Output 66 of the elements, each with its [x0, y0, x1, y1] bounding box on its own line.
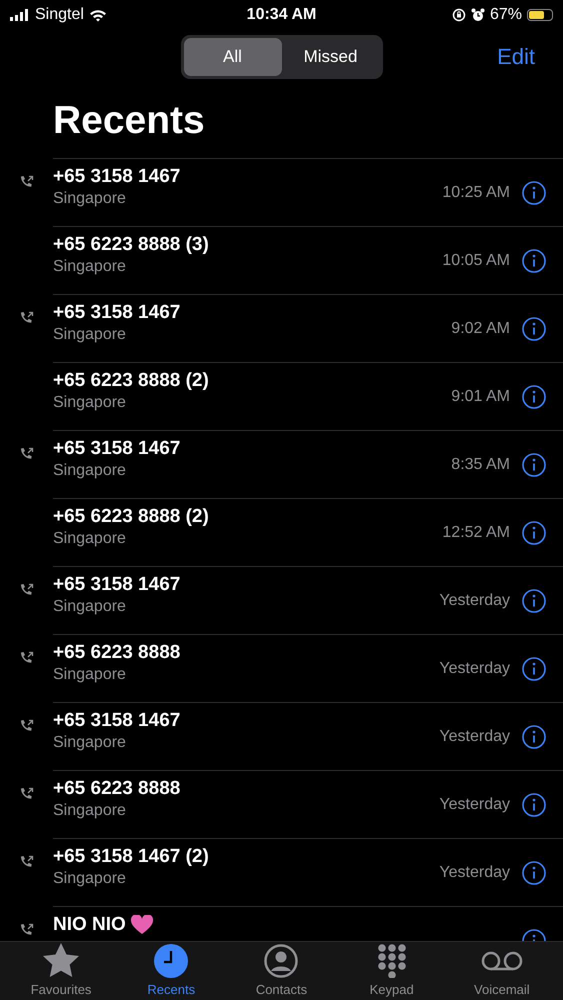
page-title: Recents — [53, 84, 563, 159]
caller-location: Singapore — [53, 462, 127, 480]
edit-button[interactable]: Edit — [497, 44, 535, 70]
caller-location: Singapore — [53, 190, 127, 208]
clock-icon — [154, 944, 188, 978]
info-icon[interactable] — [522, 588, 546, 612]
caller-name: +65 6223 8888 — [53, 642, 180, 664]
tab-bar-item[interactable]: Recents — [121, 942, 222, 1000]
info-icon[interactable] — [522, 656, 546, 680]
battery-icon — [527, 9, 553, 21]
caller-location: Singapore — [53, 258, 127, 276]
info-icon[interactable] — [522, 860, 546, 884]
caller-name: NIO NIO — [53, 914, 126, 936]
call-time: 8:35 AM — [451, 456, 510, 474]
clock-time: 10:34 AM — [246, 6, 316, 24]
call-time: 10:05 AM — [442, 252, 510, 270]
caller-name: +65 6223 8888 (3) — [53, 234, 209, 256]
tab-bar-item[interactable]: Contacts — [231, 942, 332, 1000]
call-time: 10:25 AM — [442, 184, 510, 202]
star-icon — [42, 942, 80, 978]
carrier-name: Singtel — [35, 6, 84, 24]
caller-name: +65 6223 8888 (2) — [53, 506, 209, 528]
battery-percent: 67% — [490, 6, 522, 24]
call-time: Yesterday — [439, 592, 510, 610]
tab-bar-item[interactable]: Keypad — [342, 942, 442, 1000]
signal-icon — [10, 9, 30, 21]
caller-name: +65 3158 1467 (2) — [53, 846, 209, 868]
info-icon[interactable] — [522, 180, 546, 204]
segment-tab[interactable]: Missed — [282, 38, 380, 76]
caller-name: +65 3158 1467 — [53, 574, 180, 596]
rotation-lock-icon — [452, 8, 466, 22]
call-time: Yesterday — [439, 728, 510, 746]
info-icon[interactable] — [522, 452, 546, 476]
alarm-icon — [470, 8, 485, 22]
caller-name: +65 3158 1467 — [53, 302, 180, 324]
wifi-icon — [88, 8, 107, 22]
caller-location: Singapore — [53, 598, 127, 616]
caller-location: Singapore — [53, 326, 127, 344]
info-icon[interactable] — [522, 248, 546, 272]
caller-location: Singapore — [53, 734, 127, 752]
info-icon[interactable] — [522, 316, 546, 340]
caller-name: +65 6223 8888 (2) — [53, 370, 209, 392]
info-icon[interactable] — [522, 724, 546, 748]
info-icon[interactable] — [522, 520, 546, 544]
call-time: 12:52 AM — [442, 524, 510, 542]
call-time: Yesterday — [439, 864, 510, 882]
caller-location: Singapore — [53, 802, 127, 820]
caller-name: +65 3158 1467 — [53, 438, 180, 460]
caller-name: +65 6223 8888 — [53, 778, 180, 800]
call-time: 9:01 AM — [451, 388, 510, 406]
caller-location: Singapore — [53, 666, 127, 684]
person-icon — [264, 944, 298, 978]
info-icon[interactable] — [522, 792, 546, 816]
tab-bar-item[interactable]: Voicemail — [452, 942, 552, 1000]
tab-bar-item[interactable]: Favourites — [11, 942, 112, 1000]
caller-location: Singapore — [53, 394, 127, 412]
keypad-icon — [376, 944, 407, 978]
info-icon[interactable] — [522, 384, 546, 408]
call-time: Yesterday — [439, 660, 510, 678]
call-time: Yesterday — [439, 796, 510, 814]
call-time: 9:02 AM — [451, 320, 510, 338]
caller-location: Singapore — [53, 530, 127, 548]
caller-name: +65 3158 1467 — [53, 710, 180, 732]
caller-name: +65 3158 1467 — [53, 166, 180, 188]
segment-tab[interactable]: All — [184, 38, 282, 76]
caller-location: Singapore — [53, 870, 127, 888]
